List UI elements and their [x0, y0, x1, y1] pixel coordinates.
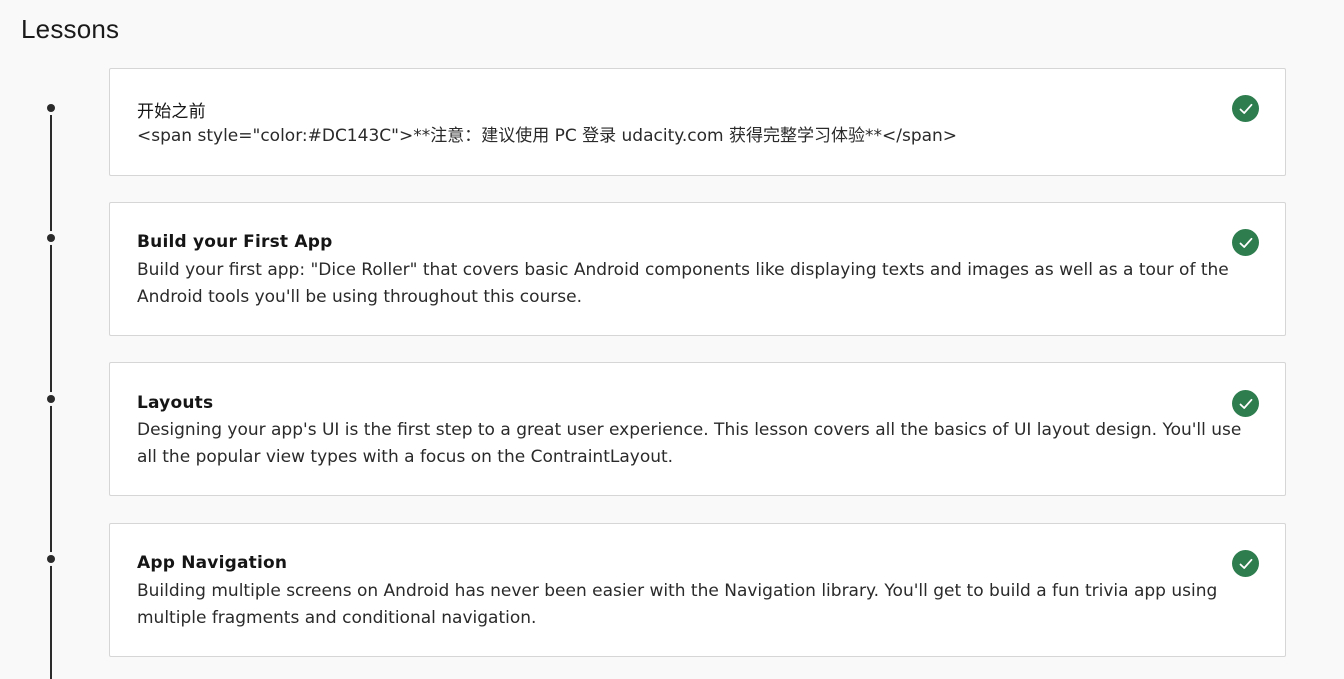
lesson-description: Designing your app's UI is the first ste… [137, 420, 1242, 467]
check-circle-icon [1232, 95, 1259, 122]
check-circle-icon [1232, 229, 1259, 256]
lesson-title: 开始之前 [137, 102, 206, 122]
timeline-dot [44, 231, 58, 245]
lesson-description: Building multiple screens on Android has… [137, 581, 1218, 628]
lesson-description: Build your first app: "Dice Roller" that… [137, 260, 1229, 307]
page-title: Lessons [21, 14, 120, 44]
lesson-card-before-start[interactable]: 开始之前 <span style="color:#DC143C">**注意：建议… [109, 68, 1286, 176]
lesson-card-build-first-app[interactable]: Build your First App Build your first ap… [109, 202, 1286, 336]
timeline-dot [44, 101, 58, 115]
lesson-title: Build your First App [137, 232, 333, 252]
lesson-title: App Navigation [137, 553, 288, 573]
lesson-title: Layouts [137, 393, 214, 413]
lesson-card-app-navigation[interactable]: App Navigation Building multiple screens… [109, 523, 1286, 657]
check-circle-icon [1232, 550, 1259, 577]
timeline-dot [44, 392, 58, 406]
timeline-dot [44, 552, 58, 566]
check-circle-icon [1232, 390, 1259, 417]
lesson-description: <span style="color:#DC143C">**注意：建议使用 PC… [137, 126, 958, 146]
lesson-card-layouts[interactable]: Layouts Designing your app's UI is the f… [109, 362, 1286, 496]
